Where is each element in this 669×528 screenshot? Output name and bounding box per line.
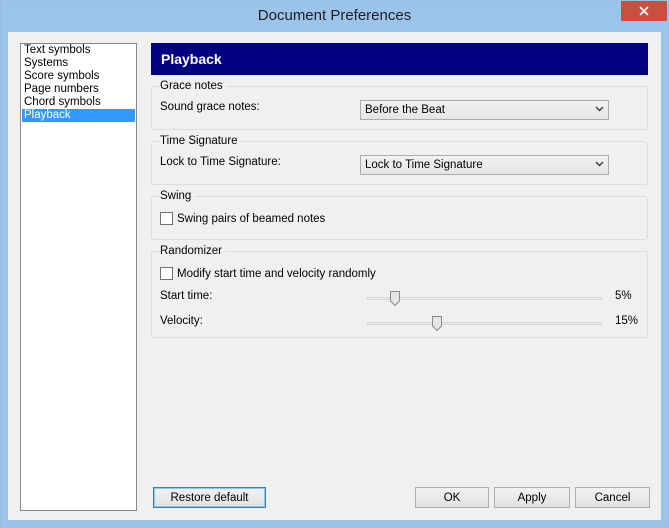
velocity-value: 15%	[615, 315, 639, 327]
dialog-client-area: Text symbols Systems Score symbols Page …	[8, 32, 661, 520]
panel-title: Playback	[151, 43, 648, 75]
time-signature-group-label: Time Signature	[160, 135, 241, 147]
velocity-slider-track[interactable]	[367, 322, 602, 325]
close-button[interactable]	[621, 1, 667, 21]
start-time-value: 5%	[615, 290, 632, 302]
nav-item-page-numbers[interactable]: Page numbers	[22, 83, 135, 96]
start-time-slider-thumb[interactable]	[389, 291, 400, 306]
nav-item-text-symbols[interactable]: Text symbols	[22, 44, 135, 57]
ok-button[interactable]: OK	[415, 487, 489, 508]
nav-item-chord-symbols[interactable]: Chord symbols	[22, 96, 135, 109]
lock-time-signature-select[interactable]: Lock to Time Signature	[360, 155, 609, 175]
randomizer-group-label: Randomizer	[160, 245, 225, 257]
title-bar[interactable]: Document Preferences	[1, 1, 668, 32]
nav-item-playback[interactable]: Playback	[22, 109, 135, 122]
apply-button[interactable]: Apply	[494, 487, 570, 508]
grace-notes-group-label: Grace notes	[160, 80, 226, 92]
lock-time-signature-value: Lock to Time Signature	[365, 159, 483, 171]
swing-checkbox[interactable]: Swing pairs of beamed notes	[160, 212, 325, 225]
swing-group-label: Swing	[160, 190, 195, 202]
randomize-checkbox[interactable]: Modify start time and velocity randomly	[160, 267, 376, 280]
velocity-slider-thumb[interactable]	[432, 316, 443, 331]
restore-default-button[interactable]: Restore default	[153, 487, 266, 508]
swing-checkbox-label: Swing pairs of beamed notes	[177, 212, 326, 225]
start-time-slider-track[interactable]	[367, 297, 602, 300]
sound-grace-notes-select[interactable]: Before the Beat	[360, 100, 609, 120]
nav-item-systems[interactable]: Systems	[22, 57, 135, 70]
lock-time-signature-label: Lock to Time Signature:	[160, 156, 281, 168]
close-icon	[639, 6, 649, 16]
chevron-down-icon	[595, 161, 604, 167]
window-frame-bottom	[1, 520, 668, 527]
sound-grace-notes-label: Sound grace notes:	[160, 101, 260, 113]
start-time-label: Start time:	[160, 290, 213, 302]
sound-grace-notes-value: Before the Beat	[365, 104, 445, 116]
window-frame-left	[1, 32, 8, 527]
nav-item-score-symbols[interactable]: Score symbols	[22, 70, 135, 83]
velocity-label: Velocity:	[160, 315, 203, 327]
swing-checkbox-box[interactable]	[160, 212, 173, 225]
randomize-checkbox-label: Modify start time and velocity randomly	[177, 267, 376, 280]
cancel-button[interactable]: Cancel	[575, 487, 650, 508]
window-title: Document Preferences	[257, 7, 412, 24]
preferences-window: Document Preferences Text symbols System…	[0, 0, 669, 528]
window-frame-right	[661, 32, 668, 527]
chevron-down-icon	[595, 106, 604, 112]
category-list[interactable]: Text symbols Systems Score symbols Page …	[20, 43, 137, 511]
randomize-checkbox-box[interactable]	[160, 267, 173, 280]
